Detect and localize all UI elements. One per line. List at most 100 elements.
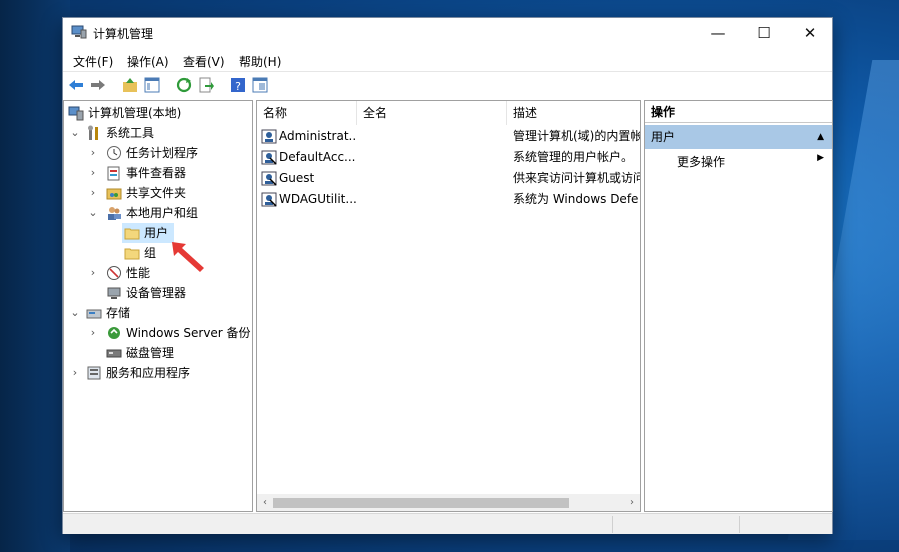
export-icon[interactable]: [197, 76, 215, 94]
horizontal-scrollbar[interactable]: ‹ ›: [257, 494, 640, 511]
column-header-fullname[interactable]: 全名: [357, 101, 507, 125]
computer-management-icon: [68, 106, 84, 121]
computer-management-window: 计算机管理 — ☐ ✕ 文件(F) 操作(A) 查看(V) 帮助(H) ? 计算…: [62, 17, 833, 534]
cell-name: WDAGUtilit...: [279, 192, 357, 206]
chevron-right-icon[interactable]: ›: [88, 323, 98, 343]
actions-section-users[interactable]: 用户 ▲: [645, 125, 832, 149]
tree-item-event-viewer[interactable]: › 事件查看器: [64, 163, 250, 183]
menu-bar: 文件(F) 操作(A) 查看(V) 帮助(H): [63, 49, 832, 71]
menu-help[interactable]: 帮助(H): [239, 53, 281, 70]
shared-folder-icon: [106, 188, 122, 200]
tree-label: 计算机管理(本地): [88, 106, 182, 120]
cell-name: DefaultAcc...: [279, 150, 356, 164]
tree-label: 本地用户和组: [126, 206, 199, 220]
tree-item-root[interactable]: 计算机管理(本地): [64, 103, 250, 123]
cell-name: Guest: [279, 171, 315, 185]
users-group-icon: [108, 207, 121, 220]
status-bar: [63, 513, 832, 534]
tree-item-shared-folders[interactable]: › 共享文件夹: [64, 183, 250, 203]
refresh-icon[interactable]: [175, 76, 193, 94]
computer-management-icon: [71, 25, 87, 39]
menu-file[interactable]: 文件(F): [73, 53, 113, 70]
tree-label: 性能: [126, 266, 151, 280]
services-icon: [87, 366, 101, 380]
tree-item-windows-server-backup[interactable]: › Windows Server 备份: [64, 323, 251, 343]
more-actions-item[interactable]: 更多操作: [677, 153, 725, 170]
list-item[interactable]: DefaultAcc... 系统管理的用户帐户。: [257, 147, 640, 168]
maximize-button[interactable]: ☐: [741, 18, 787, 48]
toolbar: ?: [63, 71, 832, 98]
properties-icon[interactable]: [251, 76, 269, 94]
tree-label: 磁盘管理: [126, 346, 175, 360]
status-divider: [612, 516, 613, 533]
tree-label: 任务计划程序: [126, 146, 199, 160]
list-item[interactable]: WDAGUtilit... 系统为 Windows Defe: [257, 189, 640, 210]
close-button[interactable]: ✕: [787, 18, 833, 48]
chevron-down-icon[interactable]: ⌄: [70, 123, 80, 143]
title-bar[interactable]: 计算机管理 — ☐ ✕: [63, 18, 832, 48]
cell-description: 管理计算机(域)的内置帐: [513, 129, 641, 143]
chevron-right-icon[interactable]: ›: [88, 143, 98, 163]
annotation-arrow-icon: [172, 242, 204, 272]
up-folder-icon[interactable]: [121, 76, 139, 94]
status-divider: [739, 516, 740, 533]
collapse-up-icon[interactable]: ▲: [817, 125, 824, 149]
console-tree: 计算机管理(本地) ⌄ 系统工具 › 任务计划程序 › 事件查看器 › 共享文件…: [63, 100, 253, 512]
tree-item-users[interactable]: 用户: [122, 223, 174, 243]
forward-icon[interactable]: [89, 76, 107, 94]
show-tree-icon[interactable]: [143, 76, 161, 94]
back-icon[interactable]: [67, 76, 85, 94]
cell-description: 系统为 Windows Defe: [513, 192, 639, 206]
tree-item-services-apps[interactable]: › 服务和应用程序: [64, 363, 250, 383]
tree-label: 服务和应用程序: [106, 366, 191, 380]
clock-icon: [107, 146, 121, 160]
tree-label: 共享文件夹: [126, 186, 187, 200]
column-header-name[interactable]: 名称: [257, 101, 357, 125]
chevron-down-icon[interactable]: ⌄: [88, 203, 98, 223]
tree-label: 用户: [144, 226, 169, 240]
cell-name: Administrat...: [279, 129, 357, 143]
tree-item-performance[interactable]: › 性能: [64, 263, 250, 283]
storage-icon: [86, 309, 102, 319]
column-header-description[interactable]: 描述: [507, 101, 640, 125]
chevron-right-icon[interactable]: ›: [88, 263, 98, 283]
tree-item-task-scheduler[interactable]: › 任务计划程序: [64, 143, 250, 163]
scroll-left-icon[interactable]: ‹: [257, 494, 273, 511]
chevron-right-icon[interactable]: ›: [88, 183, 98, 203]
folder-icon: [124, 228, 140, 240]
cell-description: 系统管理的用户帐户。: [513, 150, 634, 164]
tree-item-local-users-groups[interactable]: ⌄ 本地用户和组: [64, 203, 250, 223]
minimize-button[interactable]: —: [695, 18, 741, 48]
tree-label: 组: [144, 246, 157, 260]
scroll-right-icon[interactable]: ›: [624, 494, 640, 511]
chevron-down-icon[interactable]: ⌄: [70, 303, 80, 323]
chevron-right-icon[interactable]: ›: [70, 363, 80, 383]
chevron-right-icon[interactable]: ›: [88, 163, 98, 183]
list-item[interactable]: Administrat... 管理计算机(域)的内置帐: [257, 126, 640, 147]
folder-icon: [124, 248, 140, 260]
event-viewer-icon: [107, 166, 120, 181]
help-icon[interactable]: ?: [229, 76, 247, 94]
user-disabled-icon: [261, 150, 277, 165]
more-actions-label: 更多操作: [677, 155, 726, 169]
tree-label: 设备管理器: [126, 286, 187, 300]
user-disabled-icon: [261, 171, 277, 186]
user-icon: [261, 129, 277, 144]
actions-pane: 操作 用户 ▲ 更多操作 ▶: [644, 100, 833, 512]
user-list-pane: 名称 全名 描述 Administrat... 管理计算机(域)的内置帐 Def…: [256, 100, 641, 512]
backup-icon: [108, 327, 120, 339]
performance-icon: [107, 266, 121, 280]
list-item[interactable]: Guest 供来宾访问计算机或访问: [257, 168, 640, 189]
tree-item-disk-management[interactable]: 磁盘管理: [64, 343, 250, 363]
desktop-background-left: [0, 0, 70, 552]
menu-view[interactable]: 查看(V): [183, 53, 225, 70]
tree-item-system-tools[interactable]: ⌄ 系统工具: [64, 123, 250, 143]
submenu-arrow-icon[interactable]: ▶: [817, 153, 824, 163]
tree-item-device-manager[interactable]: 设备管理器: [64, 283, 250, 303]
device-manager-icon: [107, 287, 121, 299]
tree-item-storage[interactable]: ⌄ 存储: [64, 303, 250, 323]
user-disabled-icon: [261, 192, 277, 207]
scrollbar-thumb[interactable]: [273, 498, 569, 508]
window-title: 计算机管理: [93, 27, 154, 41]
menu-action[interactable]: 操作(A): [127, 53, 169, 70]
